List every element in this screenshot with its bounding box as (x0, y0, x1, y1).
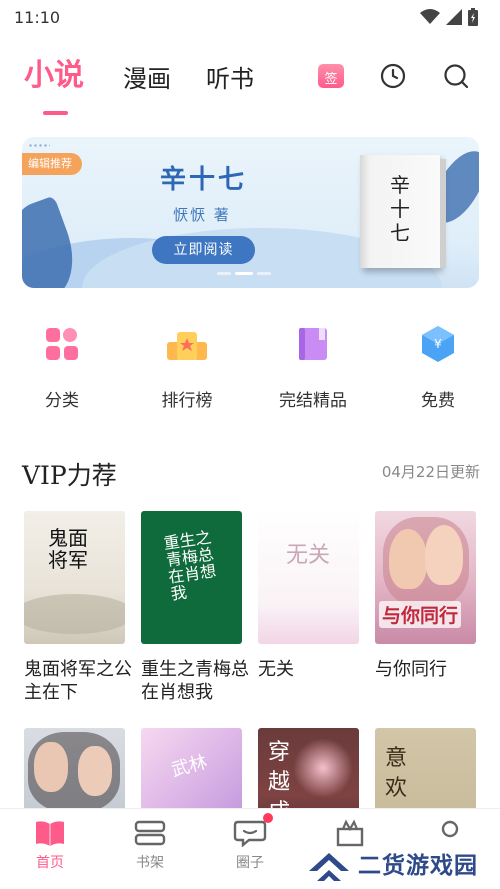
category-classify[interactable]: 分类 (12, 320, 112, 411)
top-nav: 小说 漫画 听书 签 (0, 52, 500, 120)
cover-title: 重生之青梅总在肖想我 (162, 527, 218, 604)
category-label: 排行榜 (161, 391, 213, 411)
tab-comic[interactable]: 漫画 (123, 59, 171, 94)
chat-bubble-icon (233, 813, 273, 848)
category-row: 分类 排行榜 完结精品 ¥ 免费 (0, 320, 500, 420)
book-spine (440, 159, 446, 268)
tabbar-label: 首页 (36, 855, 64, 871)
cover-title: 无关 (286, 543, 331, 568)
book-title: 与你同行 (375, 659, 447, 680)
notification-dot (263, 813, 273, 823)
category-finished[interactable]: 完结精品 (263, 320, 363, 411)
cover-art (34, 742, 68, 792)
cover-title: 鬼面将军 (48, 526, 88, 572)
cover-art (78, 746, 112, 796)
book-card[interactable]: 无关 无关 (258, 511, 360, 681)
cover-art (425, 525, 463, 585)
cover-title: 意欢 (385, 746, 408, 801)
book-card[interactable]: 重生之青梅总在肖想我 重生之青梅总在肖想我 (141, 511, 249, 704)
cover-art (293, 738, 353, 798)
checkin-icon: 签 (318, 64, 344, 88)
read-now-button[interactable]: 立即阅读 (152, 236, 255, 264)
book-cover: 无关 (258, 511, 359, 644)
pager-dot[interactable] (257, 272, 271, 275)
search-icon (444, 64, 469, 89)
book-card[interactable]: 与你同行 与你同行 (375, 511, 477, 681)
checkin-label: 签 (324, 72, 338, 87)
watermark-text: 二货游戏园 (358, 853, 478, 879)
book-title: 鬼面将军之公主在下 (24, 659, 132, 703)
pager-dot-active[interactable] (235, 272, 253, 275)
status-icons (420, 8, 478, 26)
checkin-button[interactable]: 签 (316, 61, 346, 91)
cover-title: 与你同行 (379, 601, 462, 628)
tabbar-bookshelf[interactable]: 书架 (115, 819, 185, 872)
banner-book-cover[interactable]: 辛十七 (360, 155, 446, 268)
section-title: VIP力荐 (22, 461, 117, 490)
tabbar-home[interactable]: 首页 (15, 819, 85, 872)
book-card[interactable]: 鬼面将军 鬼面将军之公主在下 (24, 511, 132, 704)
wifi-icon (420, 9, 440, 24)
signal-icon (446, 9, 462, 25)
category-label: 完结精品 (279, 391, 347, 411)
book-title: 无关 (258, 659, 294, 680)
home-book-icon (33, 819, 67, 847)
svg-text:¥: ¥ (434, 337, 442, 351)
grid-icon (40, 322, 84, 366)
editor-pick-tag: 编辑推荐 (22, 153, 82, 175)
tab-novel[interactable]: 小说 (24, 50, 84, 94)
book-icon (291, 322, 335, 366)
banner-pager (217, 272, 271, 275)
site-watermark: 二货游戏园 (306, 840, 478, 886)
battery-icon (468, 8, 478, 26)
pager-dot[interactable] (217, 272, 231, 275)
banner-cover-text: 辛十七 (390, 173, 410, 245)
active-tab-indicator (43, 111, 68, 115)
category-label: 分类 (45, 391, 79, 411)
vip-section-header: VIP力荐 04月22日更新 (22, 452, 480, 492)
update-date: 04月22日更新 (381, 463, 480, 481)
bookshelf-icon (133, 819, 167, 847)
cover-art (258, 604, 359, 644)
category-ranking[interactable]: 排行榜 (137, 320, 237, 411)
category-label: 免费 (421, 391, 455, 411)
book-title: 重生之青梅总在肖想我 (141, 659, 249, 703)
cover-art (389, 529, 427, 589)
book-cover: 重生之青梅总在肖想我 (141, 511, 242, 644)
category-free[interactable]: ¥ 免费 (388, 320, 488, 411)
cover-title: 武林 (169, 751, 210, 782)
banner-book-title: 辛十七 (160, 165, 248, 195)
tabbar-community[interactable]: 圈子 (215, 813, 285, 872)
status-bar: 11:10 (0, 0, 500, 34)
tabbar-label: 圈子 (236, 855, 264, 871)
banner-author: 恹恹 著 (173, 206, 231, 224)
tab-audiobook[interactable]: 听书 (206, 59, 254, 94)
book-cover: 与你同行 (375, 511, 476, 644)
tabbar-label: 书架 (136, 855, 164, 871)
status-time: 11:10 (14, 7, 61, 27)
free-coin-icon: ¥ (416, 322, 460, 366)
cover-art (24, 594, 125, 634)
search-button[interactable] (441, 61, 471, 91)
dots-decoration (28, 143, 50, 149)
chevron-logo-icon (309, 853, 349, 881)
clock-icon (380, 63, 406, 89)
featured-banner[interactable]: 编辑推荐 辛十七 恹恹 著 立即阅读 辛十七 (22, 137, 479, 288)
history-button[interactable] (378, 61, 408, 91)
book-cover: 鬼面将军 (24, 511, 125, 644)
ranking-icon (165, 322, 209, 366)
